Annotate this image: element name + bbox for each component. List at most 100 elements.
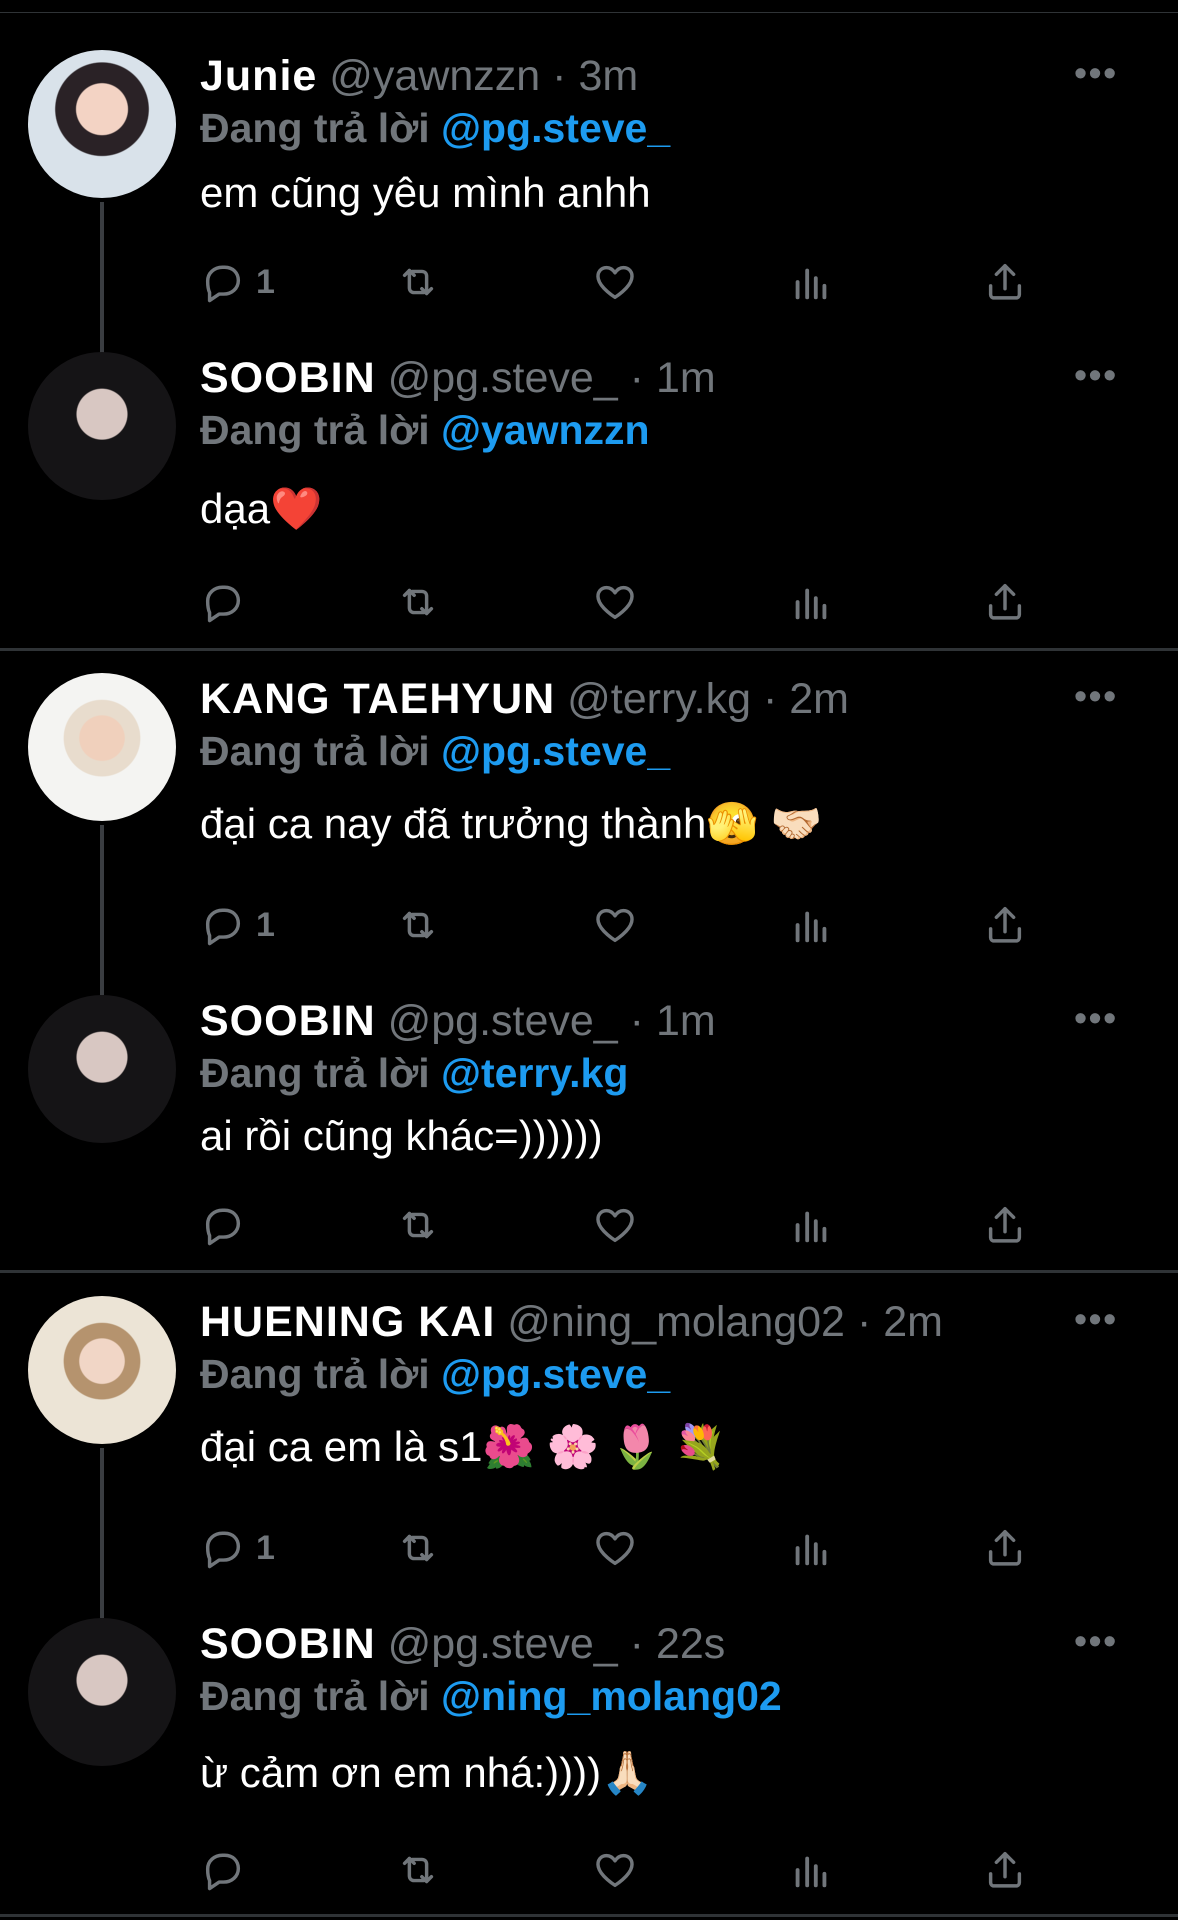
- tweet-header: Junie @yawnzzn · 3m: [200, 50, 1118, 102]
- like-button[interactable]: [592, 895, 638, 955]
- reply-button[interactable]: [200, 572, 256, 632]
- display-name[interactable]: SOOBIN: [200, 354, 376, 402]
- replying-label: Đang trả lời: [200, 728, 430, 774]
- share-button[interactable]: [982, 1840, 1028, 1900]
- like-button[interactable]: [592, 1840, 638, 1900]
- views-button[interactable]: [788, 1518, 834, 1578]
- share-button[interactable]: [982, 252, 1028, 312]
- timestamp[interactable]: 2m: [789, 675, 849, 723]
- mention-link[interactable]: @pg.steve_: [441, 105, 670, 151]
- avatar[interactable]: [28, 50, 176, 198]
- reply-button[interactable]: [200, 1195, 256, 1255]
- more-options-icon[interactable]: •••: [1074, 52, 1118, 94]
- like-button[interactable]: [592, 572, 638, 632]
- replying-to: Đang trả lời @pg.steve_: [200, 1348, 1118, 1400]
- retweet-button[interactable]: [395, 1840, 441, 1900]
- reply-button[interactable]: 1: [200, 252, 275, 312]
- retweet-button[interactable]: [395, 895, 441, 955]
- display-name[interactable]: Junie: [200, 52, 317, 100]
- share-button[interactable]: [982, 1195, 1028, 1255]
- mention-link[interactable]: @terry.kg: [441, 1050, 628, 1096]
- tweet-text: em cũng yêu mình anhh: [200, 169, 651, 216]
- avatar[interactable]: [28, 995, 176, 1143]
- more-options-icon[interactable]: •••: [1074, 997, 1118, 1039]
- replying-to: Đang trả lời @yawnzzn: [200, 404, 1118, 456]
- views-button[interactable]: [788, 1840, 834, 1900]
- separator-dot: ·: [629, 997, 644, 1045]
- retweet-button[interactable]: [395, 1518, 441, 1578]
- retweet-button[interactable]: [395, 1195, 441, 1255]
- heart-icon: [592, 1202, 638, 1248]
- views-button[interactable]: [788, 1195, 834, 1255]
- reply-button[interactable]: [200, 1840, 256, 1900]
- user-handle[interactable]: @ning_molang02: [507, 1298, 845, 1346]
- reply-count: 1: [256, 262, 275, 301]
- timestamp[interactable]: 1m: [656, 997, 716, 1045]
- separator-dot: ·: [552, 52, 567, 100]
- avatar[interactable]: [28, 673, 176, 821]
- mention-link[interactable]: @pg.steve_: [441, 728, 670, 774]
- share-button[interactable]: [982, 1518, 1028, 1578]
- mention-link[interactable]: @pg.steve_: [441, 1351, 670, 1397]
- retweet-button[interactable]: [395, 572, 441, 632]
- stats-icon: [788, 1847, 834, 1893]
- replying-label: Đang trả lời: [200, 407, 430, 453]
- tweet-text: ai rồi cũng khác=)))))): [200, 1112, 603, 1159]
- reply-button[interactable]: 1: [200, 895, 275, 955]
- share-button[interactable]: [982, 895, 1028, 955]
- retweet-icon: [395, 1847, 441, 1893]
- views-button[interactable]: [788, 252, 834, 312]
- heart-icon: [592, 1525, 638, 1571]
- display-name[interactable]: SOOBIN: [200, 1620, 376, 1668]
- tweet-header: SOOBIN @pg.steve_ · 22s: [200, 1618, 1118, 1670]
- views-button[interactable]: [788, 895, 834, 955]
- like-button[interactable]: [592, 1195, 638, 1255]
- action-bar: [200, 1195, 1040, 1255]
- timestamp[interactable]: 2m: [883, 1298, 943, 1346]
- stats-icon: [788, 1525, 834, 1571]
- heart-icon: [592, 1847, 638, 1893]
- user-handle[interactable]: @pg.steve_: [388, 997, 618, 1045]
- user-handle[interactable]: @terry.kg: [567, 675, 751, 723]
- replying-label: Đang trả lời: [200, 1351, 430, 1397]
- reply-icon: [200, 259, 246, 305]
- retweet-icon: [395, 1202, 441, 1248]
- replying-to: Đang trả lời @pg.steve_: [200, 102, 1118, 154]
- timestamp[interactable]: 1m: [656, 354, 716, 402]
- mention-link[interactable]: @yawnzzn: [441, 407, 650, 453]
- reply-icon: [200, 579, 246, 625]
- user-handle[interactable]: @pg.steve_: [388, 1620, 618, 1668]
- display-name[interactable]: SOOBIN: [200, 997, 376, 1045]
- more-options-icon[interactable]: •••: [1074, 354, 1118, 396]
- timestamp[interactable]: 22s: [656, 1620, 725, 1668]
- stats-icon: [788, 259, 834, 305]
- share-button[interactable]: [982, 572, 1028, 632]
- reply-count: 1: [256, 905, 275, 944]
- share-icon: [982, 579, 1028, 625]
- timestamp[interactable]: 3m: [578, 52, 638, 100]
- reply-button[interactable]: 1: [200, 1518, 275, 1578]
- avatar[interactable]: [28, 1618, 176, 1766]
- more-options-icon[interactable]: •••: [1074, 675, 1118, 717]
- display-name[interactable]: HUENING KAI: [200, 1298, 495, 1346]
- top-divider: [0, 0, 1178, 13]
- mention-link[interactable]: @ning_molang02: [441, 1673, 782, 1719]
- tweet-text: đại ca nay đã trưởng thành🫣 🤝🏻: [200, 800, 823, 847]
- separator-dot: ·: [629, 1620, 644, 1668]
- views-button[interactable]: [788, 572, 834, 632]
- bottom-divider: [0, 1914, 1178, 1917]
- avatar[interactable]: [28, 352, 176, 500]
- display-name[interactable]: KANG TAEHYUN: [200, 675, 555, 723]
- action-bar: 1: [200, 1518, 1040, 1578]
- user-handle[interactable]: @pg.steve_: [388, 354, 618, 402]
- like-button[interactable]: [592, 1518, 638, 1578]
- retweet-button[interactable]: [395, 252, 441, 312]
- more-options-icon[interactable]: •••: [1074, 1298, 1118, 1340]
- avatar[interactable]: [28, 1296, 176, 1444]
- more-options-icon[interactable]: •••: [1074, 1620, 1118, 1662]
- separator-dot: ·: [762, 675, 778, 723]
- user-handle[interactable]: @yawnzzn: [329, 52, 540, 100]
- reply-count: 1: [256, 1528, 275, 1567]
- reply-icon: [200, 1202, 246, 1248]
- like-button[interactable]: [592, 252, 638, 312]
